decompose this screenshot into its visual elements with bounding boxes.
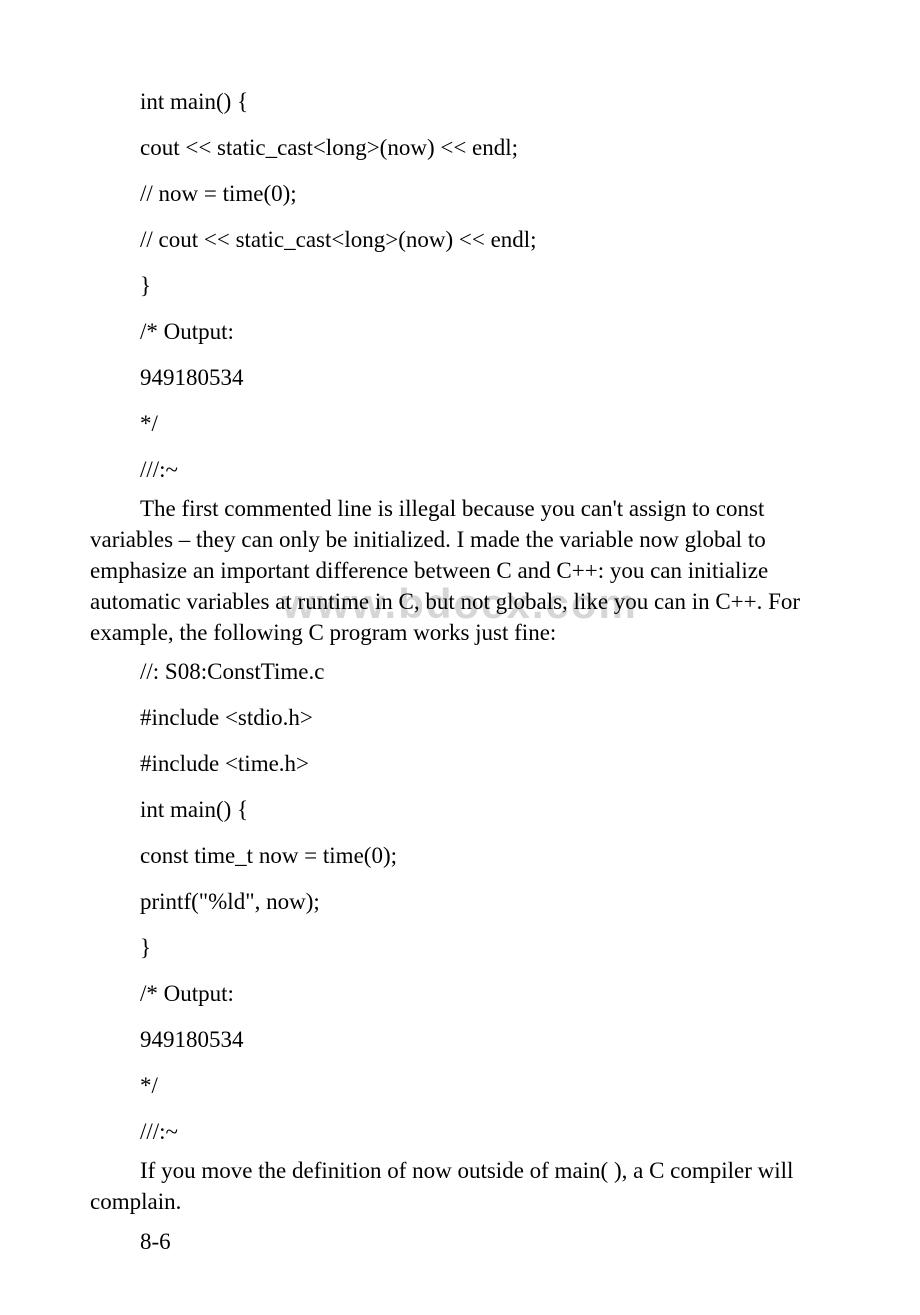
- code-block-2: //: S08:ConstTime.c #include <stdio.h> #…: [90, 660, 830, 1143]
- code-line: #include <stdio.h>: [140, 706, 830, 729]
- code-line: */: [140, 412, 830, 435]
- section-number: 8-6: [90, 1229, 830, 1255]
- page-content: int main() { cout << static_cast<long>(n…: [90, 90, 830, 1255]
- code-line: printf("%ld", now);: [140, 890, 830, 913]
- code-line: #include <time.h>: [140, 752, 830, 775]
- code-line: // cout << static_cast<long>(now) << end…: [140, 228, 830, 251]
- code-line: 949180534: [140, 1028, 830, 1051]
- code-line: 949180534: [140, 366, 830, 389]
- code-line: const time_t now = time(0);: [140, 844, 830, 867]
- paragraph-2: If you move the definition of now outsid…: [90, 1155, 830, 1217]
- code-line: ///:~: [140, 458, 830, 481]
- code-line: cout << static_cast<long>(now) << endl;: [140, 136, 830, 159]
- code-line: /* Output:: [140, 982, 830, 1005]
- code-line: // now = time(0);: [140, 182, 830, 205]
- code-line: }: [140, 274, 830, 297]
- code-block-1: int main() { cout << static_cast<long>(n…: [90, 90, 830, 481]
- code-line: /* Output:: [140, 320, 830, 343]
- code-line: ///:~: [140, 1120, 830, 1143]
- code-line: //: S08:ConstTime.c: [140, 660, 830, 683]
- code-line: int main() {: [140, 90, 830, 113]
- code-line: */: [140, 1074, 830, 1097]
- code-line: }: [140, 936, 830, 959]
- paragraph-1: The first commented line is illegal beca…: [90, 493, 830, 648]
- code-line: int main() {: [140, 798, 830, 821]
